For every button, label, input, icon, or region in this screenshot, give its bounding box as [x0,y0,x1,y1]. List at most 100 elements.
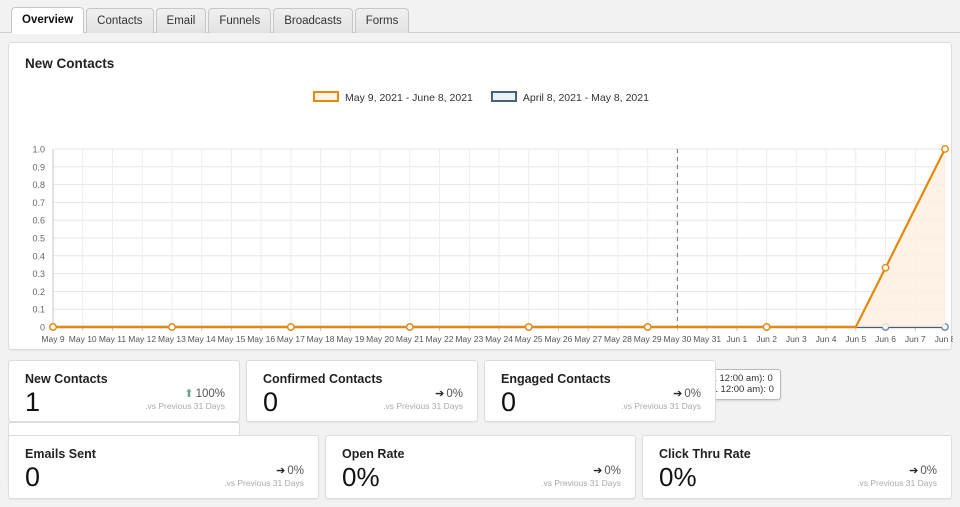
stat-card-delta-value: 100% [196,388,225,400]
x-axis-tick-label: May 31 [693,334,721,344]
stat-card-compare-label: .vs Previous 31 Days [224,478,304,488]
stat-card-title: Click Thru Rate [643,436,951,461]
x-axis-tick-label: May 13 [158,334,186,344]
stat-card-delta: ⬆100%.vs Previous 31 Days [145,387,225,411]
x-axis-tick-label: May 20 [366,334,394,344]
stat-card-delta-value: 0% [684,388,701,400]
y-axis-tick-label: 0.7 [32,198,45,208]
new-contacts-line-chart[interactable]: 00.10.20.30.40.50.60.70.80.91.0May 9May … [9,79,953,349]
x-axis-tick-label: May 26 [545,334,573,344]
chart-gridlines: 00.10.20.30.40.50.60.70.80.91.0May 9May … [32,145,953,345]
arrow-flat-icon: ➔ [593,465,602,477]
stat-card-compare-label: .vs Previous 31 Days [621,401,701,411]
y-axis-tick-label: 0.9 [32,162,45,172]
chart-area: 00.10.20.30.40.50.60.70.80.91.0May 9May … [9,79,953,349]
x-axis-tick-label: May 10 [69,334,97,344]
arrow-flat-icon: ➔ [909,465,918,477]
stat-card-title: Engaged Contacts [485,361,715,386]
page-title: New Contacts [9,43,951,71]
tab-contacts[interactable]: Contacts [86,8,153,33]
x-axis-tick-label: Jun 7 [905,334,926,344]
stat-card-compare-label: .vs Previous 31 Days [383,401,463,411]
x-axis-tick-label: May 15 [217,334,245,344]
tab-forms[interactable]: Forms [355,8,410,33]
stat-card-new-contacts: New Contacts1⬆100%.vs Previous 31 Days [8,360,240,422]
stats-row-contacts: New Contacts1⬆100%.vs Previous 31 DaysCo… [8,360,952,422]
x-axis-tick-label: May 24 [485,334,513,344]
series-point-marker[interactable] [288,324,294,330]
tab-broadcasts[interactable]: Broadcasts [273,8,353,33]
stat-card-open-rate: Open Rate 0%➔0%.vs Previous 31 Days [325,435,636,499]
x-axis-tick-label: May 28 [604,334,632,344]
x-axis-tick-label: May 25 [515,334,543,344]
y-axis-tick-label: 0 [40,323,45,333]
stat-card-compare-label: .vs Previous 31 Days [145,401,225,411]
series-point-marker[interactable] [50,324,56,330]
x-axis-tick-label: Jun 3 [786,334,807,344]
tab-funnels[interactable]: Funnels [208,8,271,33]
stat-card-compare-label: .vs Previous 31 Days [541,478,621,488]
series-point-marker[interactable] [942,146,948,152]
stat-card-delta: ➔0%.vs Previous 31 Days [857,464,937,488]
y-axis-tick-label: 0.8 [32,180,45,190]
x-axis-tick-label: May 19 [336,334,364,344]
x-axis-tick-label: May 12 [128,334,156,344]
x-axis-tick-label: May 18 [307,334,335,344]
x-axis-tick-label: Jun 6 [875,334,896,344]
x-axis-tick-label: May 21 [396,334,424,344]
stat-card-engaged-contacts: Engaged Contacts0➔0%.vs Previous 31 Days [484,360,716,422]
stat-card-delta: ➔0%.vs Previous 31 Days [541,464,621,488]
stat-card-emails-sent: Emails Sent0➔0%.vs Previous 31 Days [8,435,319,499]
x-axis-tick-label: May 9 [41,334,64,344]
x-axis-tick-label: May 22 [426,334,454,344]
series-point-marker[interactable] [644,324,650,330]
y-axis-tick-label: 0.4 [32,251,45,261]
main-tab-bar: OverviewContactsEmailFunnelsBroadcastsFo… [0,0,960,33]
x-axis-tick-label: Jun 1 [726,334,747,344]
y-axis-tick-label: 0.5 [32,234,45,244]
series-point-marker[interactable] [526,324,532,330]
x-axis-tick-label: May 14 [188,334,216,344]
series-point-marker[interactable] [763,324,769,330]
arrow-up-icon: ⬆ [184,388,193,400]
series-point-marker[interactable] [882,265,888,271]
stat-card-confirmed-contacts: Confirmed Contacts0➔0%.vs Previous 31 Da… [246,360,478,422]
x-axis-tick-label: May 17 [277,334,305,344]
stats-row-email: Emails Sent0➔0%.vs Previous 31 DaysOpen … [8,435,952,499]
x-axis-tick-label: Jun 5 [845,334,866,344]
stat-card-title: New Contacts [9,361,239,386]
tab-overview[interactable]: Overview [11,7,84,33]
dashboard-page: OverviewContactsEmailFunnelsBroadcastsFo… [0,0,960,507]
stat-card-title: Open Rate [326,436,635,461]
x-axis-tick-label: Jun 2 [756,334,777,344]
new-contacts-chart-panel: New Contacts May 9, 2021 - June 8, 2021A… [8,42,952,350]
y-axis-tick-label: 0.2 [32,287,45,297]
stat-card-click-thru-rate: Click Thru Rate 0%➔0%.vs Previous 31 Days [642,435,952,499]
x-axis-tick-label: May 16 [247,334,275,344]
y-axis-tick-label: 0.1 [32,305,45,315]
arrow-flat-icon: ➔ [276,465,285,477]
series-point-marker[interactable] [407,324,413,330]
x-axis-tick-label: May 29 [634,334,662,344]
stat-card-delta-value: 0% [604,465,621,477]
stat-card-delta: ➔0%.vs Previous 31 Days [621,387,701,411]
series-point-marker[interactable] [169,324,175,330]
stat-card-delta-value: 0% [446,388,463,400]
stat-card-delta: ➔0%.vs Previous 31 Days [383,387,463,411]
x-axis-tick-label: Jun 8 [935,334,953,344]
y-axis-tick-label: 0.3 [32,269,45,279]
x-axis-tick-label: May 23 [455,334,483,344]
stat-card-title: Emails Sent [9,436,318,461]
tab-email[interactable]: Email [156,8,207,33]
stat-card-delta-value: 0% [287,465,304,477]
x-axis-tick-label: May 27 [574,334,602,344]
stat-card-delta-value: 0% [920,465,937,477]
stat-card-delta: ➔0%.vs Previous 31 Days [224,464,304,488]
y-axis-tick-label: 0.6 [32,216,45,226]
x-axis-tick-label: Jun 4 [816,334,837,344]
x-axis-tick-label: May 30 [663,334,691,344]
stat-card-title: Confirmed Contacts [247,361,477,386]
arrow-flat-icon: ➔ [435,388,444,400]
stat-card-compare-label: .vs Previous 31 Days [857,478,937,488]
arrow-flat-icon: ➔ [673,388,682,400]
